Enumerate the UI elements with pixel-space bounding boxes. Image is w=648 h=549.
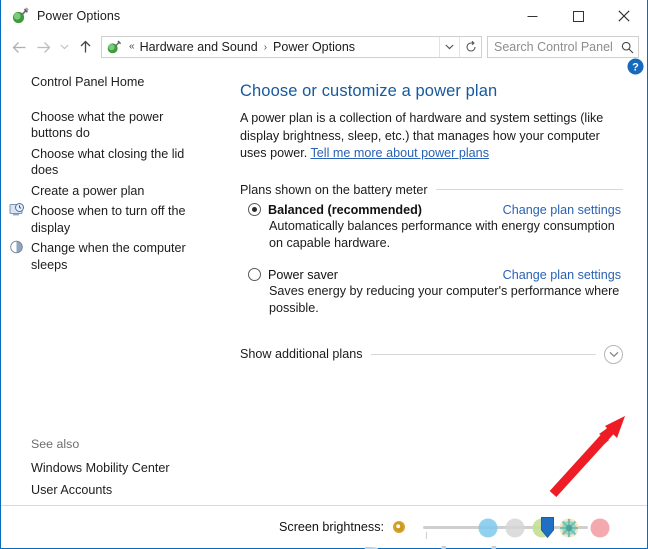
sidebar: Control Panel Home Choose what the power… [1,62,216,547]
sidebar-item-label: Choose what closing the lid does [31,146,185,178]
plan-name: Power saver [268,267,338,282]
help-icon[interactable]: ? [627,58,644,75]
breadcrumb-item-hardware-and-sound[interactable]: Hardware and Sound [138,40,260,54]
sidebar-item-power-buttons[interactable]: Choose what the power buttons do [1,107,216,144]
power-plan-balanced[interactable]: Balanced (recommended) Change plan setti… [248,203,629,252]
sidebar-item-turn-off-display[interactable]: Choose when to turn off the display [1,201,216,238]
sidebar-item-control-panel-home[interactable]: Control Panel Home [1,72,216,93]
plan-description: Automatically balances performance with … [269,218,615,250]
page-description: A power plan is a collection of hardware… [240,110,621,163]
slider-thumb[interactable] [541,516,555,538]
window-title: Power Options [37,8,121,23]
section-divider [435,189,623,190]
page-title: Choose or customize a power plan [240,82,498,100]
show-additional-plans-expander[interactable] [604,344,623,364]
chevron-down-icon [609,345,619,363]
plans-section-header: Plans shown on the battery meter [240,183,623,197]
breadcrumb-item-power-options[interactable]: Power Options [271,40,357,54]
status-bar: Screen brightness: [1,505,647,547]
show-additional-plans-row: Show additional plans [240,344,623,364]
title-bar: Power Options [1,0,647,32]
radio-balanced[interactable] [248,203,261,216]
see-also-link-windows-mobility-center[interactable]: Windows Mobility Center [1,457,216,479]
sidebar-item-label: Change when the computer sleeps [31,241,186,272]
maximize-button[interactable] [555,0,601,32]
close-button[interactable] [601,0,647,32]
recent-locations-button[interactable] [55,35,73,59]
sidebar-item-label: Create a power plan [31,183,145,198]
sidebar-item-label: Choose what the power buttons do [31,109,164,141]
brightness-label: Screen brightness: [279,519,385,534]
back-button[interactable] [7,35,31,59]
search-box[interactable]: Search Control Panel [487,36,639,58]
see-also-section: See also Windows Mobility Center User Ac… [1,437,216,501]
brightness-slider[interactable] [423,515,610,539]
svg-text:?: ? [632,61,639,73]
sidebar-item-label: Choose when to turn off the display [31,204,186,235]
brightness-sun-icon [392,520,406,534]
display-clock-icon [9,202,25,218]
caption-buttons [509,0,647,32]
show-additional-plans-label: Show additional plans [240,347,363,361]
navigation-bar: « Hardware and Sound › Power Options Sea… [1,32,647,62]
address-power-plug-icon [106,39,122,55]
up-button[interactable] [73,35,97,59]
search-icon[interactable] [616,41,638,54]
breadcrumb-overflow[interactable]: « [126,42,138,52]
address-bar[interactable]: « Hardware and Sound › Power Options [101,36,482,58]
refresh-icon[interactable] [459,37,481,57]
window-body: Control Panel Home Choose what the power… [1,58,647,549]
plans-section-title: Plans shown on the battery meter [240,182,428,197]
moon-icon [9,239,25,255]
forward-button[interactable] [31,35,55,59]
section-divider [370,353,596,355]
sidebar-item-create-power-plan[interactable]: Create a power plan [1,181,216,202]
tell-me-more-link[interactable]: Tell me more about power plans [310,146,489,160]
plan-name: Balanced (recommended) [268,202,422,217]
slider-track[interactable] [423,525,589,529]
power-plan-power-saver[interactable]: Power saver Change plan settings Saves e… [248,268,629,317]
power-plug-icon [11,6,29,25]
breadcrumb-separator[interactable]: › [260,42,271,53]
sidebar-item-computer-sleeps[interactable]: Change when the computer sleeps [1,238,216,275]
radio-power-saver[interactable] [248,268,261,281]
decorative-dots [478,518,610,537]
chevron-down-icon[interactable] [439,37,459,57]
change-plan-settings-balanced[interactable]: Change plan settings [503,203,621,217]
power-options-window: Power Options « Hardware and Sound › Pow… [0,0,648,549]
sidebar-item-closing-lid[interactable]: Choose what closing the lid does [1,144,216,181]
search-input[interactable]: Search Control Panel [488,40,616,54]
see-also-link-user-accounts[interactable]: User Accounts [1,479,216,501]
minimize-button[interactable] [509,0,555,32]
sidebar-item-label: Control Panel Home [31,75,145,89]
slider-tick [426,531,428,539]
plan-description: Saves energy by reducing your computer's… [269,283,620,315]
change-plan-settings-power-saver[interactable]: Change plan settings [503,268,621,282]
see-also-title: See also [31,437,80,451]
content-pane: ? Choose or customize a power plan A pow… [216,58,647,547]
